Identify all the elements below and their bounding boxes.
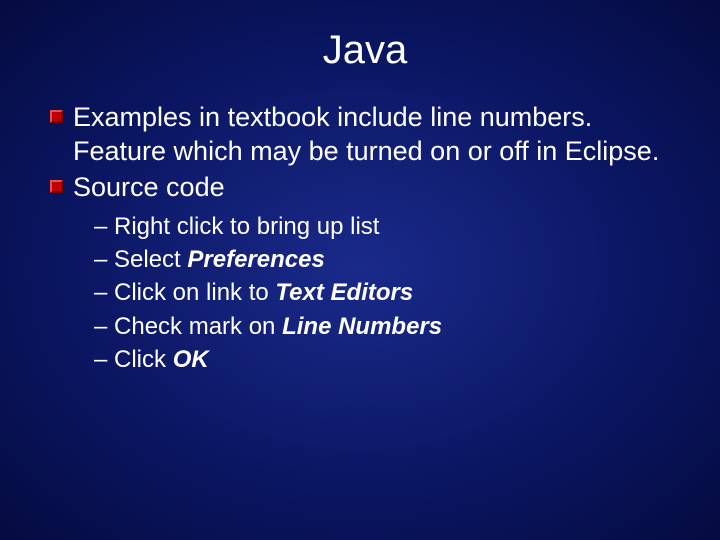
sub-item-bold: OK: [173, 346, 209, 373]
content-area: Examples in textbook include line number…: [50, 101, 680, 376]
sub-item-text: – Check mark on: [94, 313, 282, 340]
slide: Java Examples in textbook include line n…: [0, 0, 720, 540]
slide-title: Java: [50, 28, 680, 73]
square-bullet-icon: [50, 110, 63, 123]
bullet-text: Examples in textbook include line number…: [73, 101, 680, 169]
sub-item-bold: Text Editors: [275, 279, 413, 306]
sub-item: – Right click to bring up list: [94, 210, 680, 243]
sub-item: – Select Preferences: [94, 243, 680, 276]
sub-item-text: – Right click to bring up list: [94, 213, 379, 240]
bullet-item: Source code: [50, 171, 680, 205]
square-bullet-icon: [50, 180, 63, 193]
sub-item-text: – Select: [94, 246, 187, 273]
sub-item-bold: Line Numbers: [282, 313, 442, 340]
bullet-item: Examples in textbook include line number…: [50, 101, 680, 169]
sub-item: – Click on link to Text Editors: [94, 276, 680, 309]
sub-item: – Click OK: [94, 343, 680, 376]
sub-item-text: – Click on link to: [94, 279, 275, 306]
sub-item: – Check mark on Line Numbers: [94, 310, 680, 343]
sub-item-text: – Click: [94, 346, 173, 373]
sub-list: – Right click to bring up list – Select …: [50, 210, 680, 376]
bullet-text: Source code: [73, 171, 225, 205]
sub-item-bold: Preferences: [187, 246, 324, 273]
